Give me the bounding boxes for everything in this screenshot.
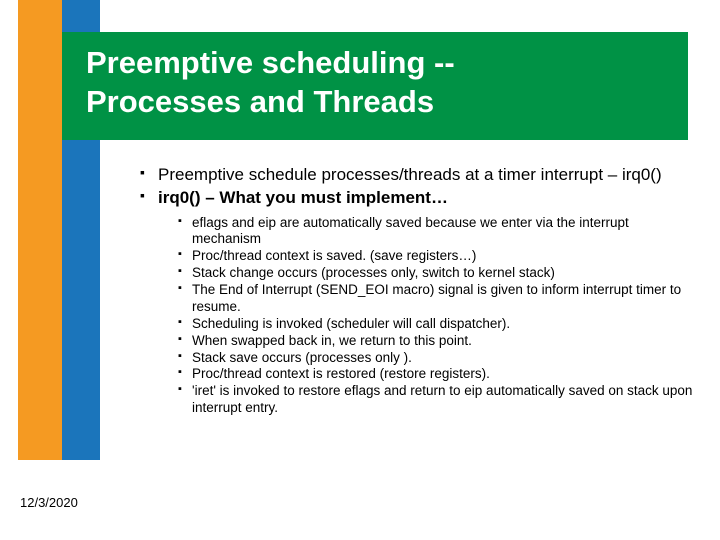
slide: Preemptive scheduling -- Processes and T… [0,0,720,540]
bullet-text: 'iret' is invoked to restore eflags and … [192,383,692,415]
bullet-text: When swapped back in, we return to this … [192,333,472,348]
list-item: Stack change occurs (processes only, swi… [178,265,696,282]
bullet-text: Scheduling is invoked (scheduler will ca… [192,316,510,331]
title-line-2: Processes and Threads [86,84,434,119]
decor-orange-strip [18,0,62,460]
bullet-text: irq0() – What you must implement… [158,188,448,207]
bullet-text: eflags and eip are automatically saved b… [192,215,629,247]
sub-bullet-list: eflags and eip are automatically saved b… [118,215,696,418]
list-item: The End of Interrupt (SEND_EOI macro) si… [178,282,696,316]
list-item: Proc/thread context is saved. (save regi… [178,248,696,265]
list-item: eflags and eip are automatically saved b… [178,215,696,249]
slide-title: Preemptive scheduling -- Processes and T… [86,44,688,122]
bullet-text: Proc/thread context is saved. (save regi… [192,248,476,263]
footer-date: 12/3/2020 [20,495,78,510]
list-item: Proc/thread context is restored (restore… [178,366,696,383]
bullet-text: Preemptive schedule processes/threads at… [158,165,662,184]
list-item: Stack save occurs (processes only ). [178,350,696,367]
bullet-text: Stack save occurs (processes only ). [192,350,412,365]
list-item: irq0() – What you must implement… [140,187,696,208]
main-bullet-list: Preemptive schedule processes/threads at… [118,164,696,209]
content-area: Preemptive schedule processes/threads at… [118,164,696,417]
list-item: When swapped back in, we return to this … [178,333,696,350]
list-item: Preemptive schedule processes/threads at… [140,164,696,185]
bullet-text: The End of Interrupt (SEND_EOI macro) si… [192,282,681,314]
title-box: Preemptive scheduling -- Processes and T… [62,32,688,140]
bullet-text: Stack change occurs (processes only, swi… [192,265,555,280]
title-line-1: Preemptive scheduling -- [86,45,455,80]
list-item: Scheduling is invoked (scheduler will ca… [178,316,696,333]
list-item: 'iret' is invoked to restore eflags and … [178,383,696,417]
bullet-text: Proc/thread context is restored (restore… [192,366,490,381]
